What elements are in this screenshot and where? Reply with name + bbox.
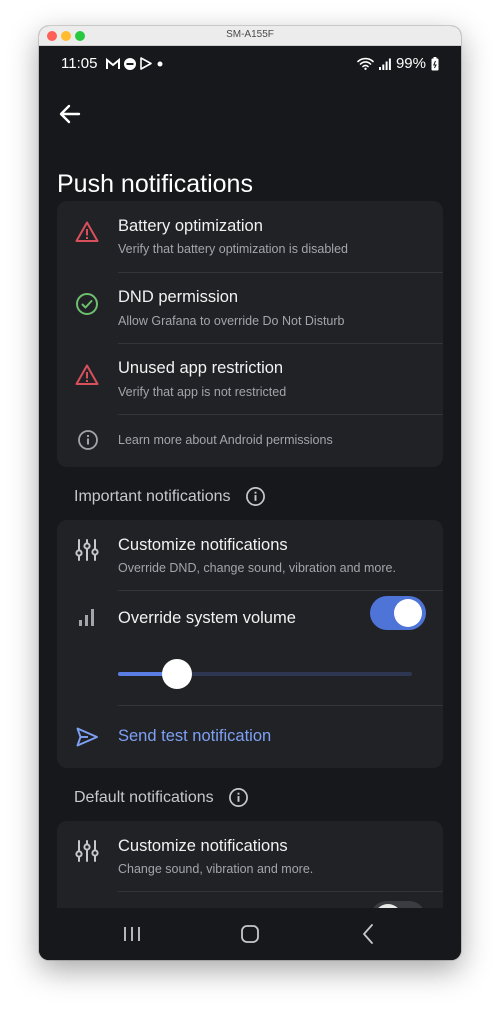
default-notifications-header: Default notifications [74, 787, 249, 808]
page-title: Push notifications [57, 170, 253, 198]
customize-title: Customize notifications [118, 536, 288, 554]
status-bar: 11:05 99% [39, 46, 461, 82]
home-icon[interactable] [238, 922, 262, 946]
customize-notifications-row[interactable]: Customize notifications Change sound, vi… [57, 821, 443, 891]
customize-title: Customize notifications [118, 837, 288, 855]
volume-bars-icon [79, 609, 94, 626]
learn-more-row[interactable]: Learn more about Android permissions [57, 414, 443, 467]
warning-icon [75, 221, 99, 242]
warning-icon [75, 364, 99, 385]
permissions-card: Battery optimization Verify that battery… [57, 201, 443, 467]
permission-row-dnd[interactable]: DND permission Allow Grafana to override… [57, 272, 443, 344]
override-volume-row: Override system volume [57, 590, 443, 645]
status-time: 11:05 [61, 55, 98, 72]
info-icon[interactable] [245, 486, 266, 507]
sliders-icon [75, 539, 99, 561]
section-title: Important notifications [74, 487, 231, 505]
status-notification-icons [106, 57, 164, 70]
send-test-notification-button[interactable]: Send test notification [118, 727, 271, 746]
volume-slider[interactable] [118, 659, 412, 689]
volume-slider-thumb[interactable] [161, 659, 192, 689]
signal-icon [378, 58, 391, 70]
info-icon[interactable] [228, 787, 249, 808]
customize-notifications-row[interactable]: Customize notifications Override DND, ch… [57, 520, 443, 590]
send-icon [76, 727, 98, 747]
customize-subtitle: Override DND, change sound, vibration an… [118, 561, 396, 575]
learn-more-link[interactable]: Learn more about Android permissions [118, 433, 333, 447]
back-arrow-icon[interactable] [57, 102, 83, 126]
play-store-icon [140, 57, 152, 70]
window-titlebar: SM-A155F [39, 26, 461, 46]
toggle-knob [394, 599, 422, 627]
dot-icon [157, 61, 163, 66]
battery-icon [431, 56, 439, 70]
wifi-icon [357, 57, 374, 70]
navigation-bar [39, 908, 461, 960]
recent-apps-icon[interactable] [120, 922, 144, 946]
override-volume-label: Override system volume [118, 609, 296, 627]
permission-row-unused-app[interactable]: Unused app restriction Verify that app i… [57, 343, 443, 415]
permission-subtitle: Verify that app is not restricted [118, 385, 287, 399]
back-nav-icon[interactable] [357, 922, 381, 946]
send-test-row[interactable]: Send test notification [57, 705, 443, 768]
dnd-icon [124, 57, 136, 70]
permission-title: DND permission [118, 288, 239, 306]
check-circle-icon [76, 293, 98, 315]
sliders-icon [75, 840, 99, 862]
important-notifications-header: Important notifications [74, 486, 266, 507]
device-window: SM-A155F 11:05 99% Push notifications Ba… [39, 26, 461, 960]
gmail-icon [106, 57, 120, 69]
override-volume-toggle[interactable] [370, 596, 426, 630]
permission-title: Unused app restriction [118, 359, 284, 377]
phone-screen: 11:05 99% Push notifications Battery opt… [39, 46, 461, 960]
permission-row-battery[interactable]: Battery optimization Verify that battery… [57, 201, 443, 272]
permission-subtitle: Allow Grafana to override Do Not Disturb [118, 314, 345, 328]
permission-title: Battery optimization [118, 217, 263, 235]
window-title: SM-A155F [226, 29, 274, 40]
battery-percent: 99% [395, 55, 426, 72]
divider [118, 891, 443, 892]
section-title: Default notifications [74, 788, 214, 806]
important-notifications-card: Customize notifications Override DND, ch… [57, 520, 443, 768]
permission-subtitle: Verify that battery optimization is disa… [118, 242, 348, 256]
customize-subtitle: Change sound, vibration and more. [118, 862, 314, 876]
info-icon [78, 430, 98, 450]
